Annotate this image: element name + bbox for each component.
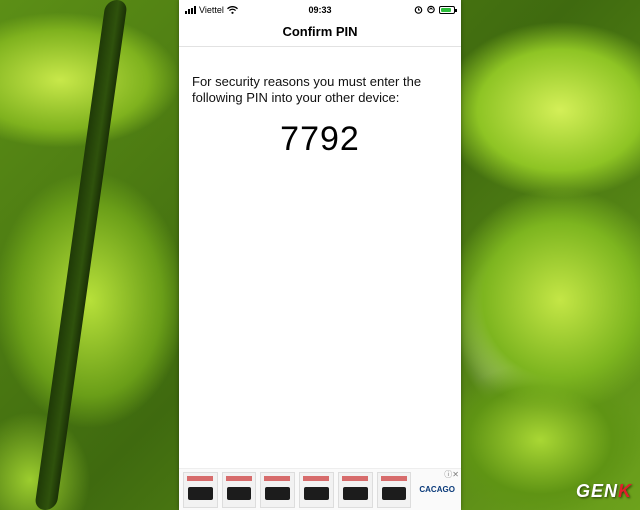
location-icon	[427, 5, 435, 14]
ad-product-image[interactable]	[183, 471, 218, 508]
security-message: For security reasons you must enter the …	[192, 74, 422, 105]
ad-product-image[interactable]	[376, 471, 412, 508]
watermark-accent: K	[618, 481, 632, 501]
ad-product-image[interactable]	[337, 471, 373, 508]
close-icon[interactable]: ✕	[452, 470, 459, 479]
nav-bar: Confirm PIN	[179, 22, 461, 47]
status-bar: Viettel 09:33	[179, 0, 461, 22]
ad-banner[interactable]: CACAGO ⓘ✕	[179, 468, 461, 510]
main-content: For security reasons you must enter the …	[179, 47, 461, 159]
ad-product-image[interactable]	[221, 471, 257, 508]
watermark-text: GEN	[575, 481, 618, 501]
phone-screen: Viettel 09:33 Confirm PIN For security r…	[179, 0, 461, 510]
status-right	[414, 5, 457, 14]
battery-icon	[439, 5, 457, 14]
ad-brand-text: CACAGO	[419, 485, 455, 494]
ad-product-image[interactable]	[299, 471, 334, 508]
pin-code: 7792	[280, 120, 360, 158]
ad-product-image[interactable]	[260, 471, 296, 508]
alarm-icon	[414, 6, 423, 14]
site-watermark: GENK	[576, 481, 632, 502]
ad-controls: ⓘ✕	[444, 469, 459, 480]
page-title: Confirm PIN	[282, 24, 358, 39]
